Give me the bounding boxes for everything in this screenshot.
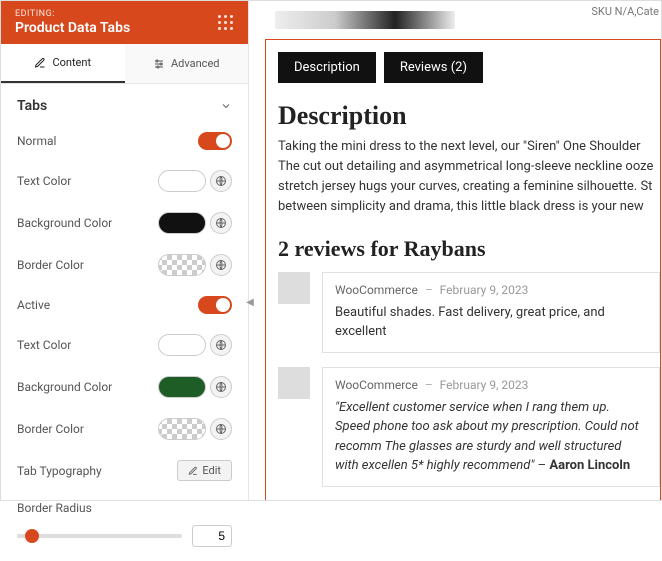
global-color-btn[interactable] <box>210 170 232 192</box>
chevron-down-icon <box>220 100 232 112</box>
grip-icon[interactable] <box>218 15 234 31</box>
panel-header: EDITING: Product Data Tabs <box>1 1 248 44</box>
edit-typography-button[interactable]: Edit <box>177 460 232 481</box>
panel-tabs: Content Advanced <box>1 44 248 84</box>
review-date: February 9, 2023 <box>440 378 529 392</box>
border-radius-slider[interactable] <box>17 534 182 538</box>
avatar <box>278 272 310 304</box>
product-tab-description[interactable]: Description <box>278 52 376 83</box>
global-color-btn[interactable] <box>210 418 232 440</box>
border-radius-input[interactable] <box>192 525 232 547</box>
pencil-icon <box>34 57 46 69</box>
widget-title: Product Data Tabs <box>15 20 130 36</box>
product-tab-reviews[interactable]: Reviews (2) <box>384 52 483 83</box>
section-tabs-header[interactable]: Tabs <box>1 84 248 122</box>
label-border-color-active: Border Color <box>17 422 84 436</box>
review-text: Beautiful shades. Fast delivery, great p… <box>335 303 647 342</box>
reviews-heading: 2 reviews for Raybans <box>278 236 660 262</box>
label-tab-typography: Tab Typography <box>17 464 102 478</box>
label-bg-color-active: Background Color <box>17 380 112 394</box>
review-text: "Excellent customer service when I rang … <box>335 398 647 476</box>
label-border-radius: Border Radius <box>17 501 92 515</box>
swatch-border-color-normal[interactable] <box>158 254 206 276</box>
global-color-btn[interactable] <box>210 376 232 398</box>
description-text: Taking the mini dress to the next level,… <box>278 137 660 218</box>
global-color-btn[interactable] <box>210 334 232 356</box>
global-color-btn[interactable] <box>210 212 232 234</box>
review-item: WooCommerce – February 9, 2023 "Excellen… <box>278 367 660 487</box>
toggle-normal[interactable] <box>198 132 232 150</box>
tab-content[interactable]: Content <box>1 44 125 83</box>
review-author: WooCommerce <box>335 378 418 392</box>
product-image-placeholder <box>275 11 455 29</box>
review-signoff: Aaron Lincoln <box>549 458 630 473</box>
editing-label: EDITING: <box>15 9 130 19</box>
global-color-btn[interactable] <box>210 254 232 276</box>
review-author: WooCommerce <box>335 283 418 297</box>
swatch-bg-color-normal[interactable] <box>158 212 206 234</box>
avatar <box>278 367 310 399</box>
swatch-text-color-active[interactable] <box>158 334 206 356</box>
label-text-color-active: Text Color <box>17 338 71 352</box>
label-active: Active <box>17 298 50 312</box>
label-text-color: Text Color <box>17 174 71 188</box>
slider-thumb[interactable] <box>25 529 39 543</box>
sku-text: SKU N/A,Cate <box>591 5 659 18</box>
editor-sidebar: EDITING: Product Data Tabs Content Advan… <box>1 1 249 500</box>
selected-widget[interactable]: Description Reviews (2) Description Taki… <box>265 39 661 500</box>
swatch-text-color-normal[interactable] <box>158 170 206 192</box>
sliders-icon <box>153 58 165 70</box>
label-border-color: Border Color <box>17 258 84 272</box>
controls: Normal Text Color Background Color Borde… <box>1 122 248 517</box>
toggle-active[interactable] <box>198 296 232 314</box>
section-title: Tabs <box>17 98 47 114</box>
tab-advanced[interactable]: Advanced <box>125 44 249 83</box>
review-item: WooCommerce – February 9, 2023 Beautiful… <box>278 272 660 353</box>
description-heading: Description <box>278 101 660 131</box>
swatch-border-color-active[interactable] <box>158 418 206 440</box>
review-date: February 9, 2023 <box>440 283 529 297</box>
product-tabs: Description Reviews (2) <box>278 52 660 83</box>
label-bg-color: Background Color <box>17 216 112 230</box>
preview-pane: SKU N/A,Cate Description Reviews (2) Des… <box>249 1 661 500</box>
pencil-icon <box>188 466 198 476</box>
label-normal: Normal <box>17 134 56 148</box>
swatch-bg-color-active[interactable] <box>158 376 206 398</box>
